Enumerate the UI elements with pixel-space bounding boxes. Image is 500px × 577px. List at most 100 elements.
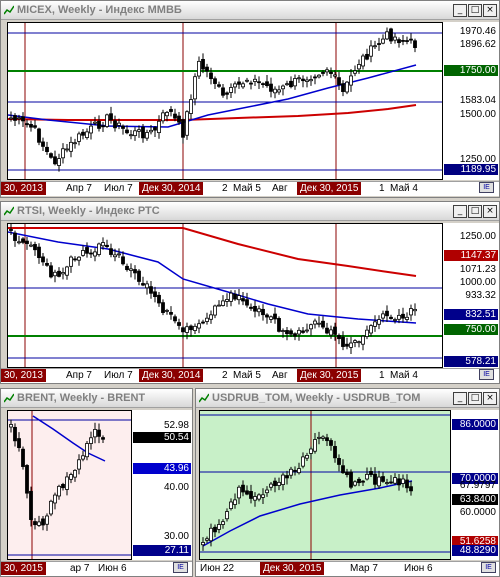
close-button[interactable]: × (483, 391, 497, 405)
candle (181, 327, 185, 333)
candle (345, 81, 349, 93)
candle (333, 446, 337, 459)
candle (73, 469, 77, 478)
candle (265, 489, 269, 494)
price-chart-area[interactable] (7, 223, 443, 368)
price-chart-area[interactable] (199, 410, 451, 560)
candle (181, 119, 185, 138)
minimize-button[interactable]: _ (453, 3, 467, 17)
date-label: Май 4 (390, 370, 418, 381)
price-axis: 86.0000 70.0000 67.9797 63.8400 60.0000 51.62… (451, 410, 499, 560)
candle (269, 483, 273, 488)
scroll-end-button[interactable]: IE (479, 182, 494, 193)
candle (177, 322, 181, 326)
candle (153, 127, 157, 131)
candle (357, 478, 361, 484)
candle (397, 478, 401, 486)
candle (41, 141, 45, 147)
candle (205, 66, 209, 72)
scroll-end-button[interactable]: IE (479, 369, 494, 380)
close-button[interactable]: × (483, 204, 497, 218)
candle (61, 484, 65, 489)
candle (33, 521, 37, 526)
rtsi-titlebar[interactable]: RTSI, Weekly - Индекс РТС _ □ × (1, 202, 499, 221)
rtsi-chart-window[interactable]: RTSI, Weekly - Индекс РТС _ □ × 1250.00 1… (0, 201, 500, 384)
candle (261, 494, 265, 498)
price-label: 1250.00 (459, 153, 496, 165)
candle (233, 83, 237, 88)
window-title: MICEX, Weekly - Индекс ММВБ (17, 4, 182, 16)
candlestick-chart (8, 411, 131, 559)
candle (85, 247, 89, 254)
period-label: Дек 30, 2015 (297, 182, 362, 195)
candle (301, 330, 305, 333)
candle (257, 81, 261, 84)
maximize-button[interactable]: □ (468, 3, 482, 17)
candle (313, 76, 317, 79)
candle (13, 115, 17, 121)
candle (405, 40, 409, 42)
candle (401, 40, 405, 42)
scroll-end-button[interactable]: IE (173, 562, 188, 573)
candle (345, 471, 349, 476)
brent-chart-window[interactable]: BRENT, Weekly - BRENT 52.98 50.54 43.96 40.… (0, 388, 193, 577)
price-label: 1000.00 (459, 277, 496, 289)
period-label: 30, 2015 (1, 562, 46, 575)
candle (329, 329, 333, 336)
candle (49, 153, 53, 158)
candle (385, 482, 389, 484)
usdrub-titlebar[interactable]: USDRUB_TOM, Weekly - USDRUB_TOM _ □ × (196, 389, 499, 408)
candle (101, 242, 105, 247)
candle (253, 305, 257, 312)
price-chart-area[interactable] (7, 410, 132, 560)
candle (309, 324, 313, 330)
micex-chart-window[interactable]: MICEX, Weekly - Индекс ММВБ _ □ × 1970.4… (0, 0, 500, 198)
date-label: Авг (272, 370, 288, 381)
candle (77, 256, 81, 261)
candle (201, 58, 205, 70)
candle (41, 256, 45, 263)
candle (413, 40, 417, 48)
minimize-button[interactable]: _ (453, 391, 467, 405)
maximize-button[interactable]: □ (468, 204, 482, 218)
candle (217, 84, 221, 87)
chart-icon (199, 393, 209, 403)
candle (161, 112, 165, 122)
candle (309, 448, 313, 454)
micex-titlebar[interactable]: MICEX, Weekly - Индекс ММВБ _ □ × (1, 1, 499, 20)
candle (89, 252, 93, 255)
period-label: Дек 30, 2015 (260, 562, 325, 575)
maximize-button[interactable]: □ (468, 391, 482, 405)
price-label: 1970.46 (459, 25, 496, 37)
candle (81, 250, 85, 256)
candle (49, 500, 53, 515)
candle (69, 474, 73, 480)
candle (65, 476, 69, 490)
candle (393, 319, 397, 321)
candle (337, 458, 341, 465)
candle (53, 156, 57, 165)
chart-icon (4, 206, 14, 216)
candle (373, 473, 377, 485)
close-button[interactable]: × (483, 3, 497, 17)
scroll-end-button[interactable]: IE (481, 562, 496, 573)
candle (133, 269, 137, 274)
candle (301, 456, 305, 467)
price-label: 60.0000 (459, 507, 496, 519)
candle (17, 117, 21, 120)
date-label: Апр 7 (66, 370, 92, 381)
candle (269, 83, 273, 92)
candle (221, 521, 225, 525)
candle (241, 484, 245, 493)
minimize-button[interactable]: _ (453, 204, 467, 218)
price-chart-area[interactable] (7, 22, 443, 180)
candle (69, 256, 73, 267)
brent-titlebar[interactable]: BRENT, Weekly - BRENT (1, 389, 192, 408)
candle (53, 494, 57, 504)
usdrub-chart-window[interactable]: USDRUB_TOM, Weekly - USDRUB_TOM _ □ × 86… (195, 388, 500, 577)
candle (33, 244, 37, 251)
candle (109, 113, 113, 121)
candle (217, 524, 221, 530)
candle (189, 325, 193, 331)
candle (149, 129, 153, 133)
